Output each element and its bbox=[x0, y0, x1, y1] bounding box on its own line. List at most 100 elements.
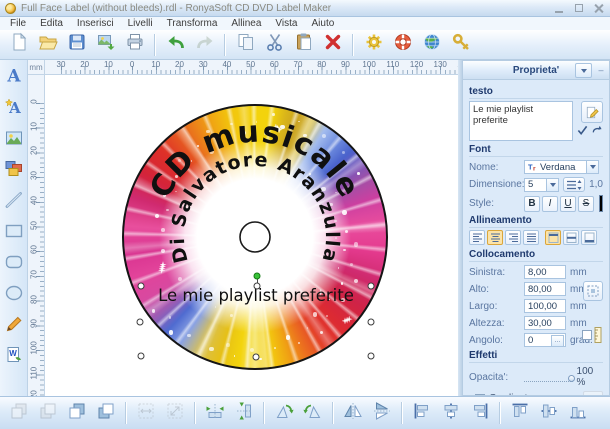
underline-button[interactable]: U bbox=[560, 196, 576, 212]
send-to-back-button[interactable] bbox=[35, 400, 61, 426]
pencil-tool-button[interactable] bbox=[3, 315, 25, 337]
clipart-tool-button[interactable] bbox=[3, 160, 25, 182]
align-right-button[interactable] bbox=[505, 230, 521, 245]
line-spacing-button[interactable] bbox=[563, 177, 585, 192]
menu-item-inserisci[interactable]: Inserisci bbox=[70, 18, 121, 29]
align-center-button[interactable] bbox=[438, 400, 464, 426]
delete-button[interactable] bbox=[320, 32, 345, 57]
revert-arrow-icon[interactable] bbox=[591, 125, 603, 136]
opacity-slider[interactable] bbox=[524, 373, 573, 382]
rectangle-tool-button[interactable] bbox=[3, 222, 25, 244]
center-horizontal-button[interactable] bbox=[202, 400, 228, 426]
ellipse-tool-button[interactable] bbox=[3, 284, 25, 306]
menu-item-vista[interactable]: Vista bbox=[268, 18, 304, 29]
placement-angolo-input[interactable]: 0… bbox=[524, 333, 566, 347]
resize-handle[interactable] bbox=[368, 319, 375, 326]
web-globe-button[interactable] bbox=[419, 32, 444, 57]
text-tool-button[interactable]: A bbox=[3, 67, 25, 89]
cd-disc-artwork[interactable] bbox=[122, 104, 388, 370]
menu-item-edita[interactable]: Edita bbox=[33, 18, 70, 29]
fields-tool-button[interactable]: W bbox=[3, 346, 25, 368]
valign-top-button[interactable] bbox=[545, 230, 561, 245]
bold-button[interactable]: B bbox=[524, 196, 540, 212]
maximize-button[interactable] bbox=[573, 4, 585, 13]
rotate-right-button[interactable] bbox=[300, 400, 326, 426]
close-button[interactable] bbox=[593, 4, 605, 13]
text-content-input[interactable]: Le mie playlist preferite bbox=[469, 101, 573, 141]
art-text-tool-button[interactable]: A bbox=[3, 98, 25, 120]
resize-handle[interactable] bbox=[368, 353, 375, 360]
fit-width-button[interactable] bbox=[133, 400, 159, 426]
placement-alto-input[interactable]: 80,00 bbox=[524, 282, 566, 296]
menu-item-livelli[interactable]: Livelli bbox=[121, 18, 160, 29]
align-left-button[interactable] bbox=[409, 400, 435, 426]
flip-horizontal-button[interactable] bbox=[340, 400, 366, 426]
align-middle-button[interactable] bbox=[536, 400, 562, 426]
rotate-handle[interactable] bbox=[254, 273, 261, 280]
line-tool-button[interactable] bbox=[3, 191, 25, 213]
valign-middle-button[interactable] bbox=[563, 230, 579, 245]
font-name-select[interactable]: Tr Verdana bbox=[524, 160, 587, 174]
design-canvas[interactable]: CD musicale Di Salvatore Aranzulla Le mi… bbox=[45, 75, 458, 396]
rounded-rectangle-tool-button[interactable] bbox=[3, 253, 25, 275]
font-color-swatch[interactable] bbox=[599, 195, 603, 212]
print-button[interactable] bbox=[122, 32, 147, 57]
align-left-button[interactable] bbox=[469, 230, 485, 245]
flip-vertical-button[interactable] bbox=[369, 400, 395, 426]
bring-to-front-button[interactable] bbox=[6, 400, 32, 426]
send-backward-button[interactable] bbox=[93, 400, 119, 426]
rotate-left-button[interactable] bbox=[271, 400, 297, 426]
image-tool-button[interactable] bbox=[3, 129, 25, 151]
resize-handle[interactable] bbox=[254, 283, 261, 290]
keep-aspect-checkbox[interactable] bbox=[582, 330, 592, 340]
panel-dropdown-button[interactable] bbox=[575, 63, 592, 78]
minimize-button[interactable] bbox=[553, 4, 565, 13]
align-bottom-button[interactable] bbox=[565, 400, 591, 426]
placement-sinistra-input[interactable]: 8,00 bbox=[524, 265, 566, 279]
paste-button[interactable] bbox=[291, 32, 316, 57]
center-vertical-button[interactable] bbox=[231, 400, 257, 426]
font-size-dropdown[interactable] bbox=[547, 178, 559, 192]
align-center-button[interactable] bbox=[487, 230, 503, 245]
spinner-button[interactable]: … bbox=[551, 335, 564, 347]
valign-bottom-button[interactable] bbox=[581, 230, 597, 245]
fit-size-button[interactable] bbox=[162, 400, 188, 426]
undo-button[interactable] bbox=[163, 32, 188, 57]
help-lifebuoy-button[interactable] bbox=[390, 32, 415, 57]
new-document-button[interactable] bbox=[6, 32, 31, 57]
menu-item-transforma[interactable]: Transforma bbox=[160, 18, 225, 29]
font-size-input[interactable]: 5 bbox=[524, 178, 547, 192]
menu-item-aiuto[interactable]: Aiuto bbox=[304, 18, 341, 29]
placement-altezza-input[interactable]: 30,00 bbox=[524, 316, 566, 330]
fit-to-content-button[interactable] bbox=[583, 281, 603, 301]
align-right-button[interactable] bbox=[467, 400, 493, 426]
license-key-button[interactable] bbox=[448, 32, 473, 57]
resize-handle[interactable] bbox=[138, 283, 145, 290]
panel-collapse-button[interactable]: – bbox=[595, 63, 607, 76]
opacity-slider-thumb[interactable] bbox=[568, 375, 575, 382]
italic-button[interactable]: I bbox=[542, 196, 558, 212]
align-top-button[interactable] bbox=[507, 400, 533, 426]
font-name-dropdown[interactable] bbox=[587, 160, 599, 174]
cut-button[interactable] bbox=[262, 32, 287, 57]
save-button[interactable] bbox=[64, 32, 89, 57]
open-folder-button[interactable] bbox=[35, 32, 60, 57]
export-image-button[interactable] bbox=[93, 32, 118, 57]
redo-button[interactable] bbox=[192, 32, 217, 57]
resize-handle[interactable] bbox=[137, 319, 144, 326]
placement-largo-input[interactable]: 100,00 bbox=[524, 299, 566, 313]
menu-item-file[interactable]: File bbox=[3, 18, 33, 29]
align-justify-button[interactable] bbox=[523, 230, 539, 245]
apply-check-icon[interactable] bbox=[577, 125, 588, 136]
disc-rays-overlay bbox=[124, 106, 386, 368]
strikethrough-button[interactable]: S bbox=[578, 196, 594, 212]
edit-text-button[interactable] bbox=[581, 101, 603, 123]
copy-button[interactable] bbox=[233, 32, 258, 57]
settings-gear-button[interactable] bbox=[361, 32, 386, 57]
menu-item-allinea[interactable]: Allinea bbox=[224, 18, 268, 29]
resize-handle[interactable] bbox=[138, 353, 145, 360]
resize-handle[interactable] bbox=[253, 354, 260, 361]
resize-handle[interactable] bbox=[368, 283, 375, 290]
align-center-icon bbox=[441, 401, 461, 426]
bring-forward-button[interactable] bbox=[64, 400, 90, 426]
